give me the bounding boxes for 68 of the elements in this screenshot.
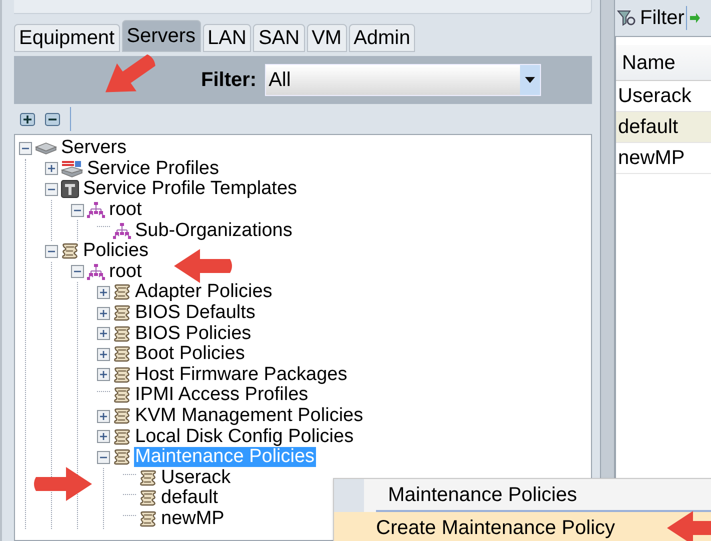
- tree-item[interactable]: Adapter Policies: [134, 282, 274, 302]
- tree-item[interactable]: KVM Management Policies: [134, 406, 364, 426]
- scroll-icon: [139, 468, 157, 487]
- scroll-icon: [113, 324, 131, 343]
- tree-item[interactable]: root: [108, 262, 143, 282]
- scroll-icon: [113, 407, 131, 426]
- tree-item[interactable]: Sub-Organizations: [134, 220, 294, 241]
- tree-item[interactable]: BIOS Policies: [134, 324, 252, 344]
- menu-gutter: [334, 479, 364, 512]
- tree-item[interactable]: Host Firmware Packages: [134, 364, 348, 385]
- scroll-icon: [113, 304, 131, 322]
- collapse-all-icon[interactable]: [45, 112, 60, 126]
- collapse-icon[interactable]: [45, 244, 58, 258]
- tab[interactable]: Servers: [122, 20, 201, 52]
- expand-icon[interactable]: [97, 430, 110, 444]
- tree-item[interactable]: IPMI Access Profiles: [134, 385, 310, 406]
- filter-dropdown[interactable]: All: [264, 64, 541, 96]
- tab[interactable]: Admin: [348, 24, 416, 52]
- tree-item[interactable]: default: [160, 488, 220, 508]
- expand-icon[interactable]: [97, 368, 110, 382]
- expand-icon[interactable]: [97, 286, 110, 299]
- tree-item[interactable]: Service Profile Templates: [82, 179, 298, 200]
- expand-icon[interactable]: [45, 162, 58, 176]
- tree-item[interactable]: Local Disk Config Policies: [134, 426, 355, 447]
- scroll-icon: [113, 366, 131, 384]
- hierarchy-icon: [113, 222, 131, 239]
- hierarchy-icon: [87, 202, 105, 218]
- expand-all-icon[interactable]: [20, 112, 35, 126]
- scroll-icon: [61, 242, 79, 260]
- server-profile-icon: [61, 160, 83, 178]
- tree-item[interactable]: BIOS Defaults: [134, 303, 256, 324]
- tree-item[interactable]: Policies: [82, 241, 150, 262]
- tree-item[interactable]: Servers: [60, 138, 128, 158]
- tab[interactable]: VM: [306, 24, 347, 52]
- hierarchy-icon: [87, 264, 105, 280]
- filter-button[interactable]: Filter: [640, 6, 688, 30]
- server-icon: [35, 141, 57, 156]
- menu-item[interactable]: Create Maintenance Policy: [334, 512, 711, 541]
- collapse-icon[interactable]: [19, 142, 32, 155]
- tab[interactable]: SAN: [253, 24, 305, 52]
- expand-icon[interactable]: [97, 327, 110, 340]
- expand-icon[interactable]: [97, 306, 110, 320]
- collapse-icon[interactable]: [97, 450, 110, 464]
- collapse-icon[interactable]: [71, 204, 84, 217]
- table-row[interactable]: default: [616, 112, 711, 143]
- tree-item[interactable]: newMP: [160, 508, 226, 529]
- tree-item[interactable]: Boot Policies: [134, 344, 246, 364]
- collapse-icon[interactable]: [45, 182, 58, 196]
- expand-icon[interactable]: [97, 348, 110, 361]
- scroll-icon: [139, 489, 157, 508]
- tree-item[interactable]: Userack: [160, 468, 232, 488]
- column-header[interactable]: Name: [616, 45, 711, 81]
- funnel-icon: [617, 9, 637, 27]
- tab[interactable]: LAN: [202, 24, 252, 52]
- scroll-icon: [139, 510, 157, 528]
- expand-icon[interactable]: [97, 410, 110, 423]
- tree-item[interactable]: root: [108, 200, 143, 220]
- filter-label: Filter:: [201, 68, 257, 93]
- scroll-icon: [113, 283, 131, 302]
- tab[interactable]: Equipment: [14, 24, 120, 52]
- caret-icon: [524, 77, 535, 83]
- scroll-icon: [113, 386, 131, 404]
- scroll-icon: [113, 448, 131, 466]
- template-icon: [61, 180, 79, 198]
- scroll-icon: [113, 345, 131, 364]
- tree-item[interactable]: Service Profiles: [86, 158, 220, 179]
- collapse-icon[interactable]: [71, 265, 84, 278]
- scroll-icon: [113, 428, 131, 446]
